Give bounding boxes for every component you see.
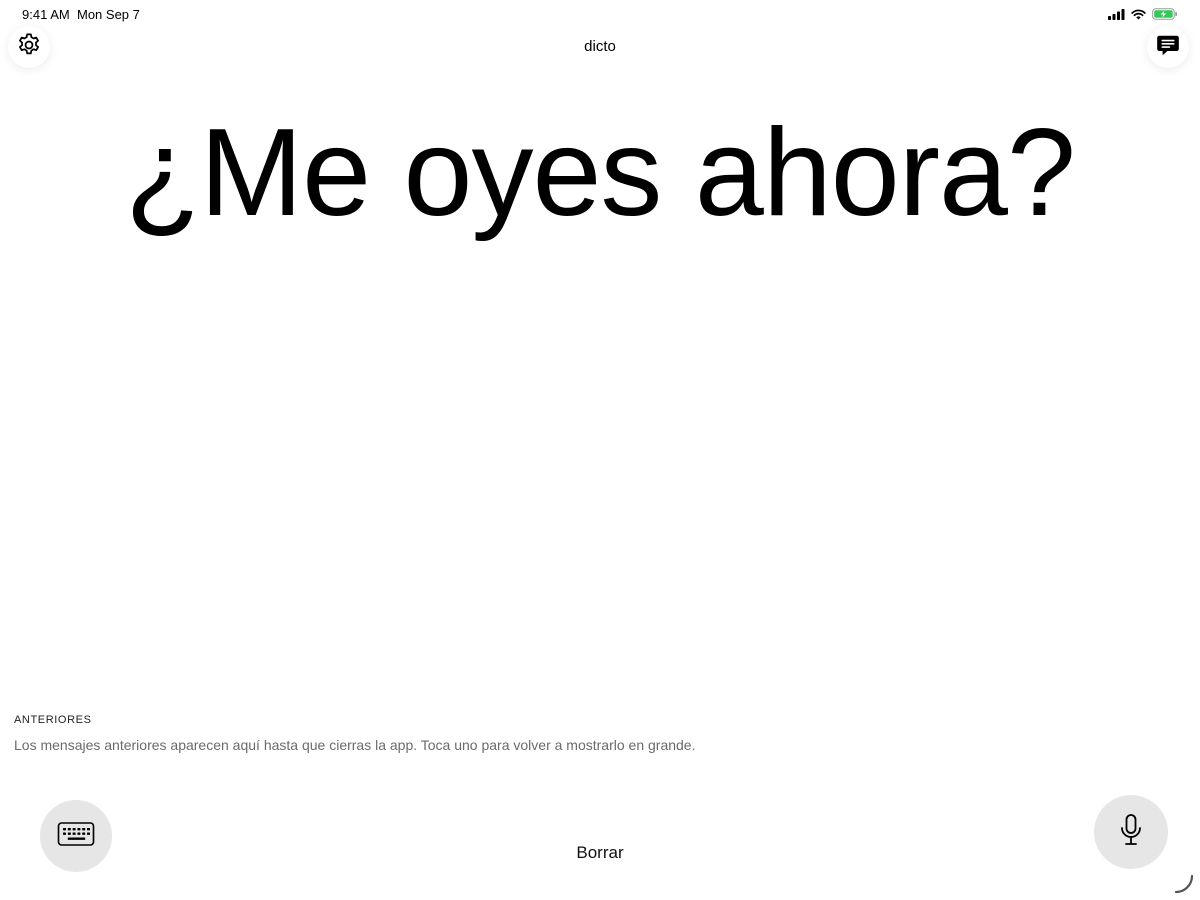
battery-charging-icon [1152, 8, 1178, 20]
clear-button[interactable]: Borrar [576, 843, 623, 862]
displayed-message: ¿Me oyes ahora? [125, 104, 1076, 242]
resize-handle-icon [1172, 872, 1196, 900]
history-heading: ANTERIORES [14, 714, 92, 726]
app-screen: 9:41 AM Mon Sep 7 dicto ¿Me oyes ahora? … [0, 0, 1200, 900]
microphone-icon [1118, 813, 1144, 852]
status-indicators [1108, 7, 1178, 21]
status-time: 9:41 AM [22, 7, 70, 22]
chat-bubble-icon [1155, 32, 1181, 63]
app-title: dicto [584, 38, 616, 55]
wifi-icon [1131, 9, 1146, 20]
clear-button-row: Borrar [0, 843, 1200, 863]
history-hint: Los mensajes anteriores aparecen aquí ha… [14, 737, 696, 753]
cellular-signal-icon [1108, 8, 1125, 20]
status-date: Mon Sep 7 [77, 7, 140, 22]
microphone-button[interactable] [1094, 795, 1168, 869]
messages-button[interactable] [1147, 26, 1189, 68]
